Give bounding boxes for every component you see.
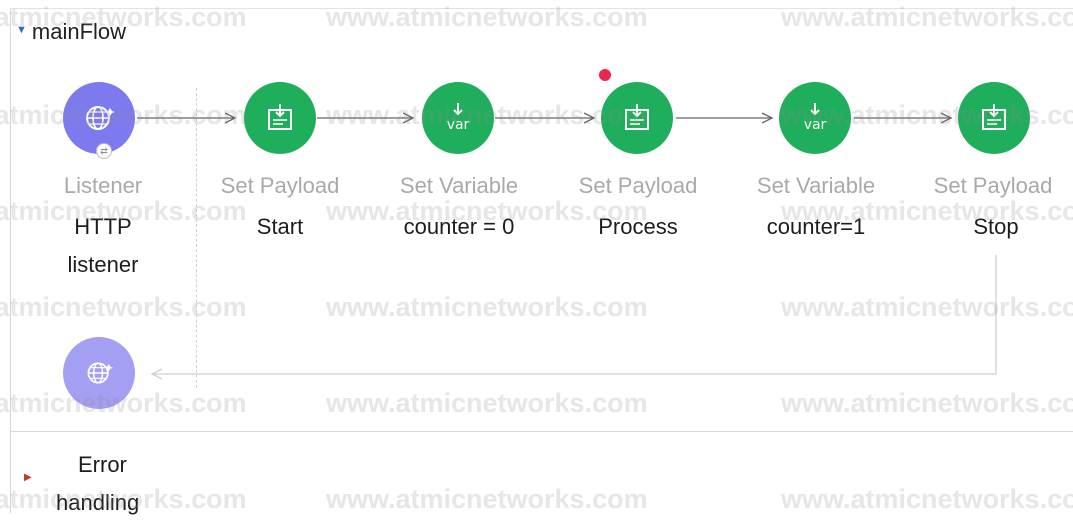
breakpoint-icon[interactable] [599,69,611,81]
listener-response-node[interactable] [63,337,135,409]
down-arrow-icon [453,103,463,116]
node-type-label: Set Payload [578,173,698,198]
node-name-label: HTTP [74,214,132,239]
set-payload-node[interactable] [244,82,316,154]
globe-icon [87,362,114,384]
node-type-label: Set Payload [220,173,340,198]
set-payload-icon [625,104,649,130]
node-type-label: Listener [63,173,143,198]
down-arrow-icon [810,103,820,116]
node-type-label: Set Variable [756,173,876,198]
node-type-label: Set Variable [399,173,519,198]
set-variable-node[interactable]: var [422,82,494,154]
node-name-label: counter=1 [766,214,866,239]
set-payload-icon [268,104,292,130]
set-variable-node[interactable]: var [779,82,851,154]
connection-badge-icon: ⇄ [96,143,112,159]
set-variable-icon: var [446,117,470,133]
caret-right-icon[interactable]: ▶ [24,472,32,483]
error-handling-line: Error [78,452,127,477]
error-handling-line: handling [56,490,140,515]
set-payload-node[interactable] [601,82,673,154]
node-name-label: Stop [973,214,1019,239]
return-connector [152,255,997,374]
flow-canvas: ▼ mainFlow ⇄ Listener HTTP listener Set … [0,0,1073,520]
set-variable-icon: var [803,117,827,133]
error-handling-label[interactable]: Error handling [56,446,139,522]
node-name-label: counter = 0 [403,214,515,239]
node-name-label: Process [598,214,678,239]
globe-icon [86,106,115,130]
node-name-label: listener [67,252,139,277]
set-payload-icon [982,104,1006,130]
node-type-label: Set Payload [933,173,1053,198]
set-payload-node[interactable] [958,82,1030,154]
node-name-label: Start [256,214,304,239]
